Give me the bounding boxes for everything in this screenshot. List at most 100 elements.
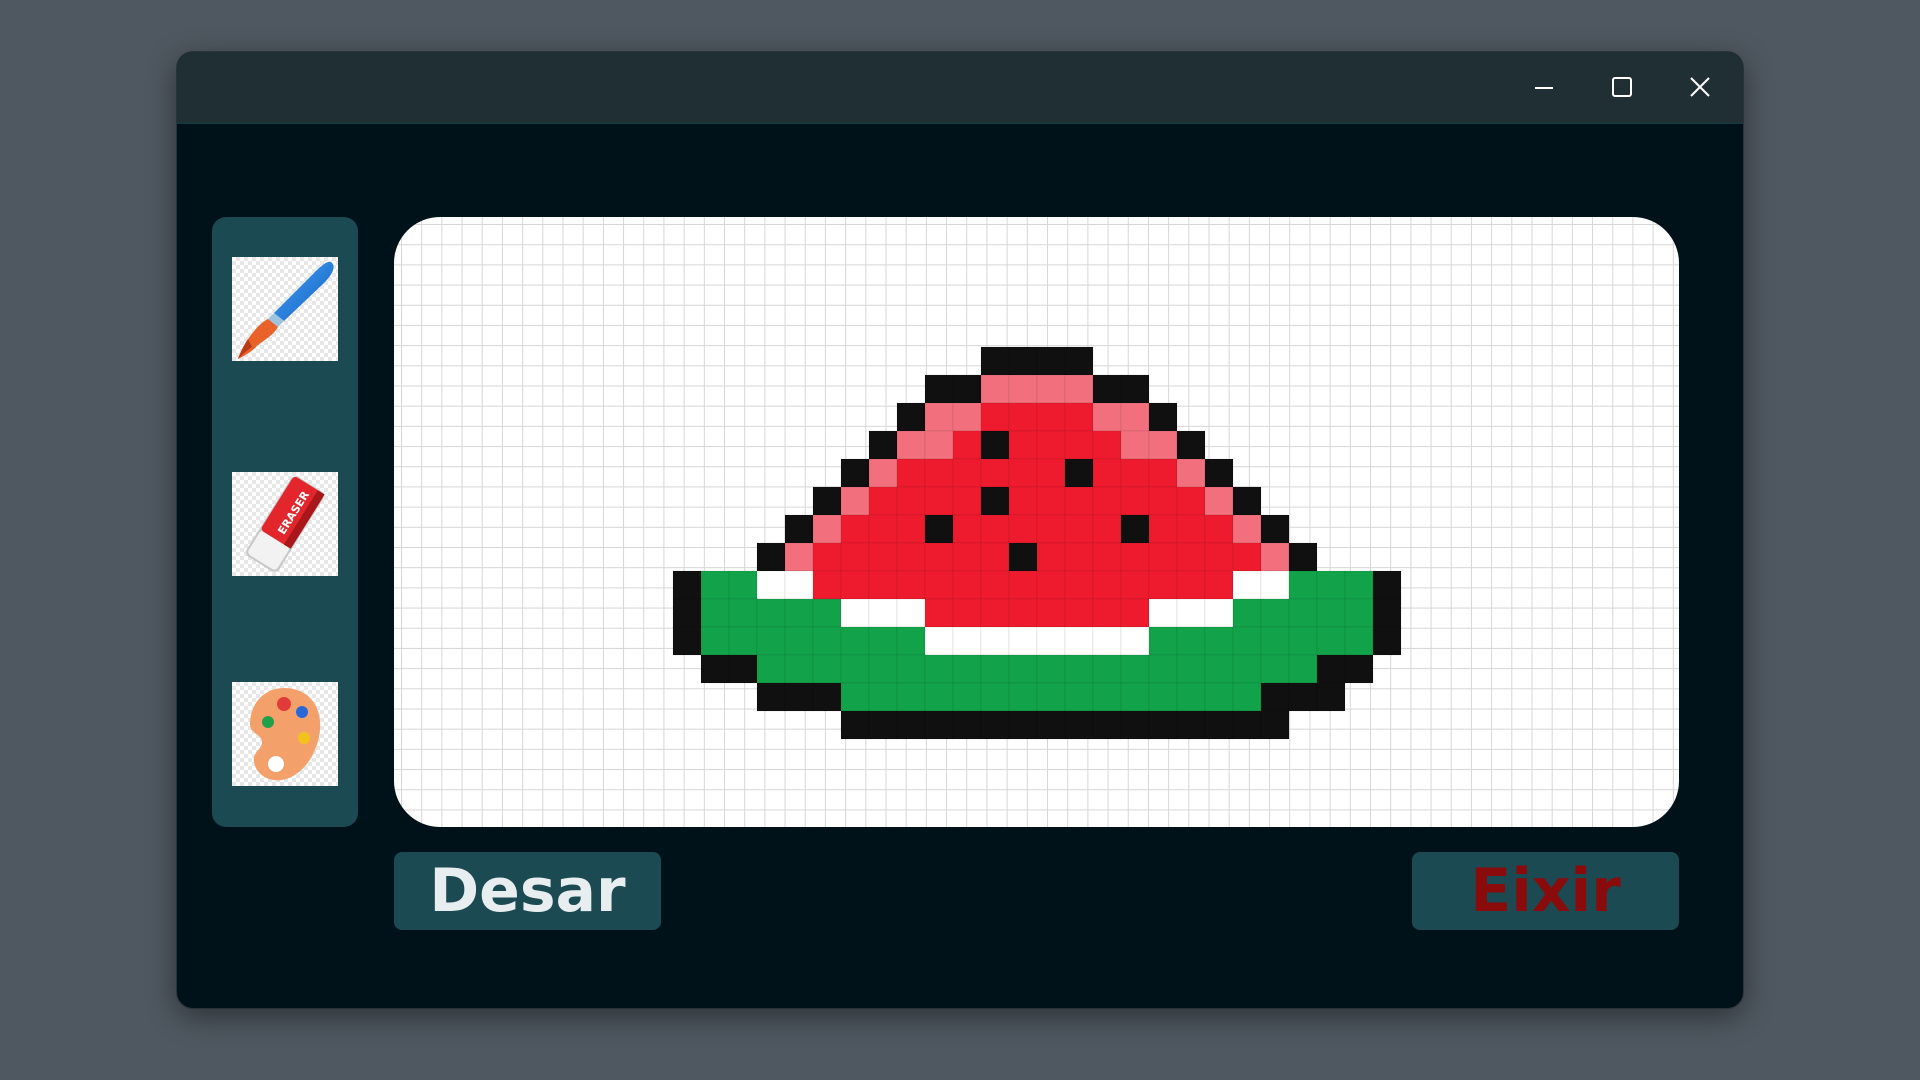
pixel-cell [980,486,1010,516]
pixel-cell [728,626,758,656]
pixel-cell [1120,626,1150,656]
pixel-cell [1204,514,1234,544]
pixel-cell [980,570,1010,600]
pixel-cell [1036,514,1066,544]
pixel-cell [700,598,730,628]
pixel-cell [1232,598,1262,628]
app-window: ERASER Desar Eixir [177,52,1743,1008]
pixel-cell [1288,570,1318,600]
minimize-icon [1535,87,1553,89]
pixel-cell [924,654,954,684]
pixel-cell [1344,570,1374,600]
pixel-cell [952,654,982,684]
pixel-cell [980,682,1010,712]
pixel-cell [1036,570,1066,600]
pixel-cell [1008,402,1038,432]
pixel-cell [896,710,926,740]
pixel-cell [1036,542,1066,572]
pixel-cell [840,458,870,488]
pixel-cell [1092,374,1122,404]
pixel-cell [1232,682,1262,712]
pixel-cell [756,654,786,684]
pixel-cell [1120,514,1150,544]
pixel-cell [868,542,898,572]
pixel-cell [1148,654,1178,684]
pixel-cell [1008,486,1038,516]
pixel-cell [1204,626,1234,656]
pixel-cell [840,626,870,656]
pixel-cell [840,598,870,628]
pixel-cell [1232,486,1262,516]
pixel-cell [672,626,702,656]
pixel-cell [924,402,954,432]
pixel-cell [1120,430,1150,460]
pixel-cell [1288,598,1318,628]
pixel-cell [896,542,926,572]
pixel-cell [1064,346,1094,376]
brush-tool-button[interactable] [232,257,338,361]
pixel-cell [1036,626,1066,656]
pixel-cell [1204,542,1234,572]
pixel-cell [952,486,982,516]
pixel-cell [924,374,954,404]
pixel-cell [840,682,870,712]
pixel-cell [812,598,842,628]
pixel-cell [924,458,954,488]
pixel-cell [1008,542,1038,572]
pixel-cell [1148,486,1178,516]
pixel-cell [1064,654,1094,684]
pixel-cell [1288,654,1318,684]
pixel-cell [1036,458,1066,488]
pixel-cell [1120,570,1150,600]
pixel-art-watermelon [672,346,1402,740]
title-bar[interactable] [177,52,1743,124]
close-button[interactable] [1661,52,1739,122]
pixel-cell [1036,598,1066,628]
pixel-cell [1008,346,1038,376]
pixel-cell [1232,654,1262,684]
pixel-cell [756,598,786,628]
pixel-cell [952,598,982,628]
exit-button[interactable]: Eixir [1412,852,1679,930]
pixel-cell [700,654,730,684]
pixel-cell [1008,598,1038,628]
eraser-tool-button[interactable]: ERASER [232,472,338,576]
pixel-cell [896,514,926,544]
drawing-canvas[interactable] [394,217,1679,827]
pixel-cell [868,514,898,544]
minimize-button[interactable] [1505,52,1583,122]
pixel-cell [840,570,870,600]
pixel-cell [1036,486,1066,516]
pixel-cell [1260,626,1290,656]
pixel-cell [1148,542,1178,572]
pixel-cell [1148,682,1178,712]
pixel-cell [1176,710,1206,740]
palette-tool-button[interactable] [232,682,338,786]
pixel-cell [896,598,926,628]
pixel-cell [952,458,982,488]
pixel-cell [1064,458,1094,488]
maximize-button[interactable] [1583,52,1661,122]
pixel-cell [840,542,870,572]
pixel-cell [1176,458,1206,488]
pixel-cell [1204,682,1234,712]
pixel-cell [1064,626,1094,656]
pixel-cell [1260,654,1290,684]
pixel-cell [1232,570,1262,600]
pixel-cell [784,654,814,684]
pixel-cell [1064,710,1094,740]
pixel-cell [1344,654,1374,684]
pixel-cell [1008,682,1038,712]
pixel-cell [952,430,982,460]
pixel-cell [1036,654,1066,684]
pixel-cell [1316,682,1346,712]
pixel-cell [812,682,842,712]
save-button[interactable]: Desar [394,852,661,930]
pixel-cell [952,626,982,656]
pixel-cell [1036,346,1066,376]
pixel-cell [812,486,842,516]
pixel-cell [1148,710,1178,740]
pixel-cell [1260,570,1290,600]
pixel-cell [924,542,954,572]
pixel-cell [868,570,898,600]
